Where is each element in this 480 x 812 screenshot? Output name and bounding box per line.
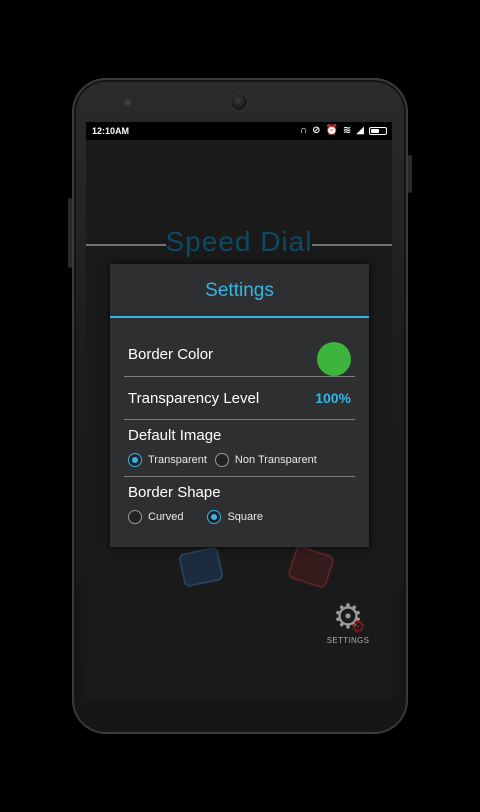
headset-icon: ∩ — [299, 125, 308, 136]
divider — [124, 376, 355, 377]
status-time: 12:10AM — [92, 126, 130, 136]
radio-label: Square — [227, 511, 263, 523]
divider — [124, 476, 355, 477]
dialog-title: Settings — [110, 264, 369, 318]
settings-button[interactable]: ⚙ ⚙ SETTINGS — [324, 600, 372, 645]
radio-unselected-icon — [128, 510, 142, 524]
power-button — [408, 155, 412, 193]
radio-square[interactable]: Square — [207, 510, 263, 524]
gear-small-icon: ⚙ — [351, 619, 366, 636]
default-image-label: Default Image — [128, 427, 222, 444]
border-shape-row: Border Shape Curved Square — [128, 484, 351, 524]
settings-label: SETTINGS — [326, 636, 370, 645]
border-color-swatch[interactable] — [317, 342, 351, 376]
radio-label: Transparent — [148, 454, 207, 466]
signal-icon: ◢ — [356, 125, 364, 136]
transparency-row[interactable]: Transparency Level 100% — [128, 390, 351, 408]
default-image-row: Default Image Transparent Non Transparen… — [128, 427, 351, 467]
radio-curved[interactable]: Curved — [128, 510, 183, 524]
speed-dial-contact-icon[interactable] — [286, 544, 336, 590]
radio-non-transparent[interactable]: Non Transparent — [214, 453, 317, 467]
speed-dial-contact-icon[interactable] — [177, 546, 225, 588]
mute-icon: ⊘ — [312, 125, 321, 136]
notification-led — [124, 99, 131, 106]
radio-label: Curved — [148, 511, 184, 523]
radio-selected-icon — [207, 510, 222, 524]
transparency-value: 100% — [315, 390, 351, 406]
border-shape-options: Curved Square — [128, 510, 351, 524]
app-title: Speed Dial — [165, 226, 313, 257]
border-color-label: Border Color — [128, 346, 214, 363]
radio-transparent[interactable]: Transparent — [128, 453, 207, 467]
border-shape-label: Border Shape — [128, 484, 221, 501]
radio-unselected-icon — [214, 453, 229, 467]
light-sensor — [355, 100, 360, 105]
wifi-icon: ≋ — [342, 125, 352, 136]
proximity-sensor — [344, 100, 349, 105]
radio-label: Non Transparent — [234, 454, 317, 466]
battery-icon — [369, 127, 387, 135]
front-camera — [231, 94, 247, 110]
divider — [124, 419, 355, 420]
border-color-row[interactable]: Border Color — [128, 342, 351, 376]
status-bar: 12:10AM ∩ ⊘ ⏰ ≋ ◢ — [86, 122, 392, 140]
default-image-options: Transparent Non Transparent — [128, 453, 351, 467]
transparency-label: Transparency Level — [128, 390, 260, 407]
settings-dialog: Settings Border Color Transparency Level… — [110, 264, 369, 547]
radio-selected-icon — [128, 453, 142, 467]
alarm-icon: ⏰ — [325, 125, 338, 136]
